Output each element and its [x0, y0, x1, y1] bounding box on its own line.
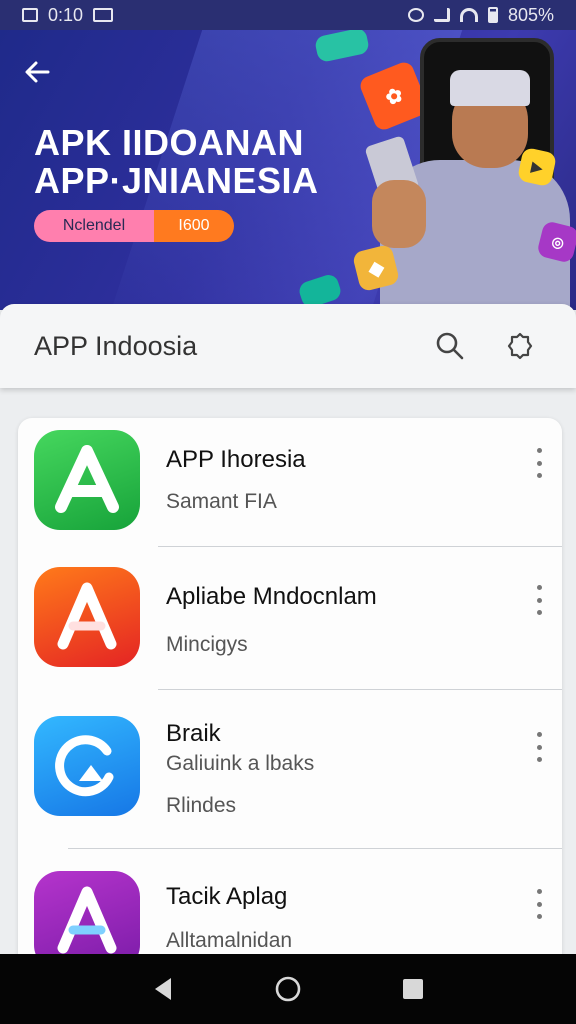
list-item[interactable]: APP Ihoresia Samant FIA [18, 418, 562, 546]
pill-left-label: Nclendel [34, 210, 154, 242]
list-item[interactable]: Apliabe Mndocnlam Mincigys [18, 547, 562, 689]
settings-icon[interactable] [498, 324, 542, 368]
battery-icon [487, 7, 498, 23]
battery-level: 805% [507, 4, 554, 25]
app-icon-green [34, 430, 140, 530]
back-triangle-icon[interactable] [143, 969, 183, 1009]
more-options-icon[interactable] [530, 889, 548, 919]
search-input[interactable]: APP Indoosia [34, 331, 402, 362]
person-hand-illustration [372, 180, 426, 248]
app-subtitle: Samant FIA [166, 490, 277, 513]
list-item[interactable]: Braik Galiuink a lbaks Rlindes [18, 690, 562, 848]
app-title: Apliabe Mndocnlam [166, 583, 377, 610]
back-arrow-icon[interactable] [22, 56, 62, 96]
banner-title-line1: APK IIDOANAN [34, 122, 305, 163]
status-bar: 0:10 805% [0, 0, 576, 30]
home-circle-icon[interactable] [268, 969, 308, 1009]
search-bar[interactable]: APP Indoosia [0, 304, 576, 388]
signal-icon [433, 8, 450, 22]
banner-pill[interactable]: Nclendel I600 [34, 210, 234, 242]
sim-icon [93, 8, 114, 22]
alarm-icon [407, 8, 424, 22]
more-options-icon[interactable] [530, 585, 548, 615]
app-title: Braik [166, 720, 221, 747]
status-time: 0:10 [48, 4, 84, 25]
more-options-icon[interactable] [530, 732, 548, 762]
wifi-icon [459, 8, 478, 22]
app-list: APP Ihoresia Samant FIA Apliabe Mndocnla… [18, 418, 562, 978]
app-title: Tacik Aplag [166, 883, 288, 910]
app-title: APP Ihoresia [166, 446, 306, 473]
notification-icon [22, 8, 38, 22]
app-icon-blue [34, 716, 140, 816]
recents-square-icon[interactable] [393, 969, 433, 1009]
banner-title-line2: APP·JNIANESIA [34, 160, 319, 201]
status-right: 805% [407, 4, 554, 26]
app-subtitle: Alltamalnidan [166, 929, 293, 952]
person-cap-illustration [450, 70, 530, 106]
system-nav-bar [0, 954, 576, 1024]
banner-title: APK IIDOANAN APP·JNIANESIA [34, 124, 319, 200]
status-left: 0:10 [22, 4, 114, 26]
pill-right-label: I600 [154, 210, 234, 242]
search-icon[interactable] [428, 324, 472, 368]
app-subtitle-secondary: Rlindes [166, 794, 237, 817]
app-subtitle: Mincigys [166, 633, 248, 656]
hero-banner: APK IIDOANAN APP·JNIANESIA Nclendel I600… [0, 30, 576, 310]
app-subtitle: Galiuink a lbaks [166, 752, 315, 775]
more-options-icon[interactable] [530, 448, 548, 478]
app-icon-red [34, 567, 140, 667]
